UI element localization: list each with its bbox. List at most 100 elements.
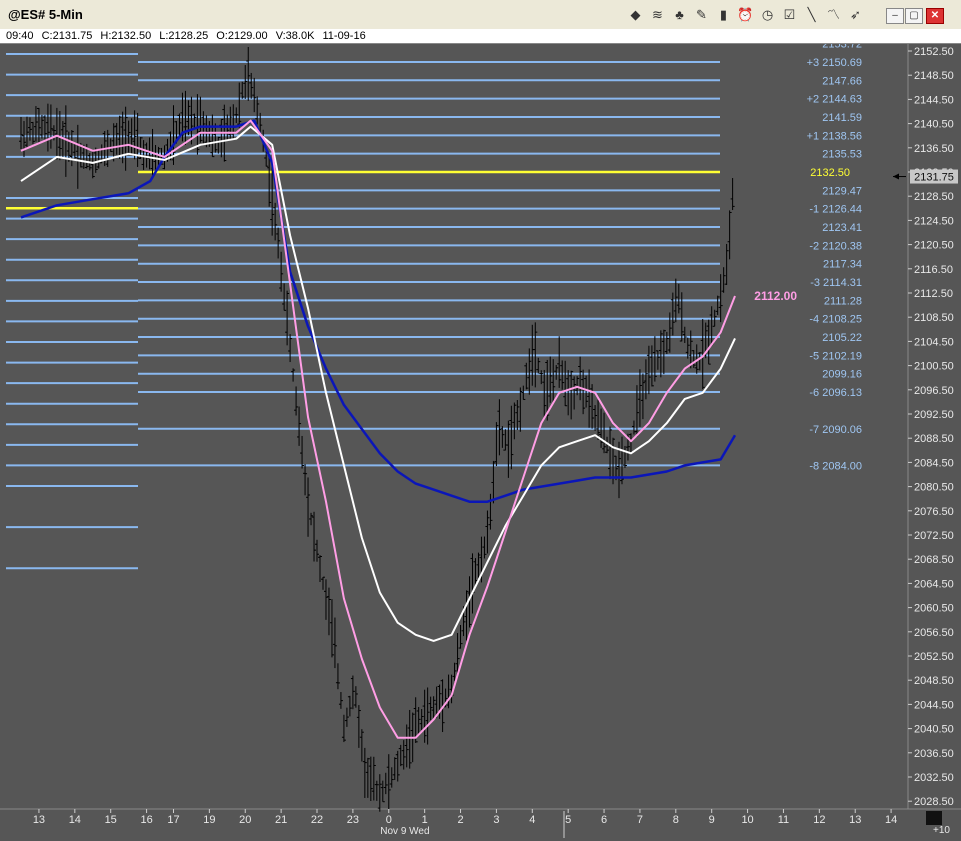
window-title: @ES# 5-Min — [8, 7, 83, 22]
time-tick-label: 8 — [673, 814, 679, 826]
close-button[interactable]: ✕ — [926, 8, 944, 24]
quote-close: C:2131.75 — [41, 30, 93, 42]
checklist-icon[interactable]: ☑ — [780, 7, 799, 23]
time-tick-label: 20 — [239, 814, 251, 826]
level-label: +3 2150.69 — [807, 57, 862, 69]
price-tick-label: 2036.50 — [914, 748, 954, 760]
time-tick-label: 23 — [347, 814, 359, 826]
maximize-button[interactable]: ▢ — [905, 8, 923, 24]
alarm-clock-icon[interactable]: ⏰ — [736, 7, 755, 23]
level-label: -4 2108.25 — [809, 314, 862, 326]
price-tick-label: 2076.50 — [914, 506, 954, 518]
level-label: +2 2144.63 — [807, 94, 862, 106]
price-axis[interactable] — [908, 44, 961, 809]
quote-volume: V:38.0K — [275, 30, 315, 42]
time-tick-label: 1 — [422, 814, 428, 826]
zoom-box-icon[interactable] — [926, 811, 942, 825]
minimize-button[interactable]: – — [886, 8, 904, 24]
price-tick-label: 2072.50 — [914, 530, 954, 542]
bar-chart-icon[interactable]: ▮ — [714, 7, 733, 23]
price-chart[interactable]: 2153.72 +3 2150.69 2147.66 +2 2144.63 2141.5… — [0, 44, 961, 841]
time-tick-label: 16 — [140, 814, 152, 826]
level-label: -7 2090.06 — [809, 424, 862, 436]
price-tick-label: 2040.50 — [914, 724, 954, 736]
level-label: 2123.41 — [822, 222, 862, 234]
draw-line-icon[interactable]: ╲ — [802, 7, 821, 23]
price-tick-label: 2104.50 — [914, 336, 954, 348]
quote-high: H:2132.50 — [100, 30, 152, 42]
price-tick-label: 2096.50 — [914, 385, 954, 397]
time-tick-label: 19 — [203, 814, 215, 826]
time-tick-label: 9 — [709, 814, 715, 826]
session-date-label: Nov 9 Wed — [380, 826, 429, 837]
price-tick-label: 2140.50 — [914, 119, 954, 131]
price-tick-label: 2052.50 — [914, 651, 954, 663]
price-tick-label: 2128.50 — [914, 191, 954, 203]
level-label: 2111.28 — [824, 295, 862, 307]
time-tick-label: 15 — [105, 814, 117, 826]
time-tick-label: 4 — [529, 814, 535, 826]
zoom-corner[interactable]: +10 — [906, 808, 956, 838]
quote-time: 09:40 — [6, 30, 34, 42]
quote-bar: 09:40 C:2131.75 H:2132.50 L:2128.25 O:21… — [0, 29, 961, 44]
time-tick-label: 12 — [813, 814, 825, 826]
time-tick-label: 3 — [493, 814, 499, 826]
level-label: -8 2084.00 — [809, 460, 862, 472]
time-tick-label: 6 — [601, 814, 607, 826]
wave-icon[interactable]: ≋ — [648, 7, 667, 23]
time-tick-label: 7 — [637, 814, 643, 826]
time-tick-label: 21 — [275, 814, 287, 826]
pivot-label: 2132.50 — [810, 167, 850, 179]
level-label: 2153.72 — [822, 44, 862, 51]
time-tick-label: 11 — [778, 814, 789, 826]
level-label: -2 2120.38 — [809, 240, 862, 252]
price-tick-label: 2116.50 — [914, 264, 953, 276]
time-tick-label: 14 — [69, 814, 81, 826]
time-tick-label: 14 — [885, 814, 897, 826]
zoom-label: +10 — [933, 825, 950, 836]
level-label: -3 2114.31 — [810, 277, 862, 289]
level-label: 2141.59 — [822, 112, 862, 124]
quote-open: O:2129.00 — [216, 30, 268, 42]
current-price-label: 2131.75 — [914, 172, 954, 184]
time-tick-label: 13 — [849, 814, 861, 826]
trend-line-icon[interactable]: 〽 — [824, 7, 843, 23]
price-tick-label: 2044.50 — [914, 699, 954, 711]
time-tick-label: 10 — [741, 814, 753, 826]
price-tick-label: 2124.50 — [914, 215, 954, 227]
level-label: 2117.34 — [823, 259, 862, 271]
price-tick-label: 2088.50 — [914, 433, 954, 445]
price-tick-label: 2136.50 — [914, 143, 954, 155]
time-tick-label: 5 — [565, 814, 571, 826]
price-tick-label: 2148.50 — [914, 70, 954, 82]
level-label: +1 2138.56 — [807, 130, 862, 142]
price-tick-label: 2112.50 — [914, 288, 953, 300]
price-tick-label: 2092.50 — [914, 409, 954, 421]
price-tick-label: 2120.50 — [914, 240, 954, 252]
level-label: -5 2102.19 — [809, 350, 862, 362]
tree-icon[interactable]: ♣ — [670, 7, 689, 23]
price-tick-label: 2152.50 — [914, 46, 954, 58]
clock-icon[interactable]: ◷ — [758, 7, 777, 23]
cursor-icon[interactable]: ➶ — [846, 7, 865, 23]
target-marker-label: 2112.00 — [754, 289, 797, 303]
time-tick-label: 0 — [386, 814, 392, 826]
time-tick-label: 13 — [33, 814, 45, 826]
price-tick-label: 2064.50 — [914, 578, 954, 590]
price-tick-label: 2056.50 — [914, 627, 954, 639]
quote-date: 11-09-16 — [322, 30, 366, 42]
level-label: 2129.47 — [822, 185, 862, 197]
price-tick-label: 2100.50 — [914, 361, 954, 373]
time-tick-label: 22 — [311, 814, 323, 826]
level-label: 2099.16 — [822, 369, 862, 381]
time-tick-label: 2 — [457, 814, 463, 826]
plot-area[interactable] — [0, 44, 908, 809]
pencil-icon[interactable]: ✎ — [692, 7, 711, 23]
price-tick-label: 2048.50 — [914, 675, 954, 687]
price-tick-label: 2080.50 — [914, 482, 954, 494]
price-tick-label: 2028.50 — [914, 796, 954, 808]
price-tick-label: 2068.50 — [914, 554, 954, 566]
price-tick-label: 2084.50 — [914, 457, 954, 469]
price-tick-label: 2032.50 — [914, 772, 954, 784]
drawing-tool-icon[interactable]: ◆ — [626, 7, 645, 23]
